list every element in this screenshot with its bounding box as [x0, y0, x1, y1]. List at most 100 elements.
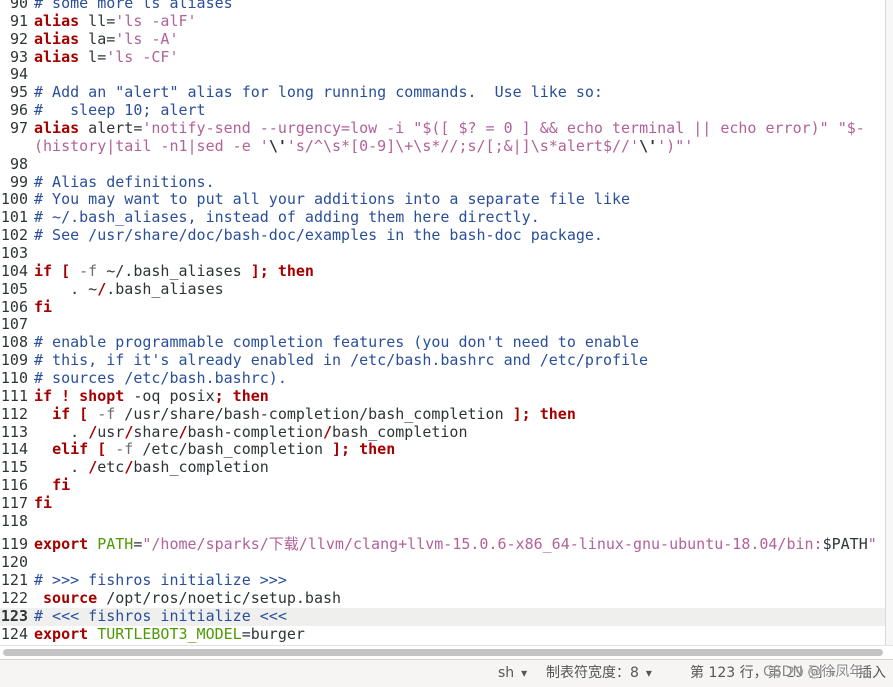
- line-number: 102: [0, 227, 28, 245]
- code-line[interactable]: 97 alias alert='notify-send --urgency=low…: [0, 120, 885, 138]
- cursor-position-button[interactable]: 第 123 行，第 29 列: [690, 660, 835, 687]
- code-line[interactable]: 96 # sleep 10; alert: [0, 102, 885, 120]
- code-token: l=: [79, 48, 107, 66]
- code-token: # this, if it's already enabled in /etc/…: [34, 352, 649, 370]
- line-text: (history|tail -n1|sed -e '\''s/^\s*[0-9]…: [34, 138, 693, 155]
- line-text: alias alert='notify-send --urgency=low -…: [34, 120, 865, 137]
- horizontal-scrollbar[interactable]: [0, 645, 893, 659]
- code-line[interactable]: 118: [0, 513, 885, 531]
- code-line[interactable]: 111 if ! shopt -oq posix; then: [0, 388, 885, 406]
- code-line[interactable]: 107: [0, 316, 885, 334]
- code-token: la=: [79, 30, 116, 48]
- code-token: ": [867, 534, 877, 553]
- insert-mode-label: 插入: [858, 665, 886, 681]
- line-text: # ~/.bash_aliases, instead of adding the…: [34, 209, 540, 226]
- code-line[interactable]: 104 if [ -f ~/.bash_aliases ]; then: [0, 263, 885, 281]
- code-token: -f: [97, 405, 116, 423]
- code-line[interactable]: 91 alias ll='ls -alF': [0, 13, 885, 31]
- code-line[interactable]: 123 # <<< fishros initialize <<<: [0, 607, 885, 626]
- code-line[interactable]: 120: [0, 554, 885, 572]
- code-token: TURTLEBOT3_MODEL: [97, 625, 242, 643]
- tab-width-label: 制表符宽度：8: [546, 665, 639, 681]
- line-number: 92: [9, 30, 28, 48]
- line-number: 123: [0, 607, 28, 625]
- line-text: # Add an "alert" alias for long running …: [34, 84, 603, 101]
- code-line[interactable]: 103: [0, 245, 885, 263]
- line-text: if [ -f ~/.bash_aliases ]; then: [34, 263, 314, 280]
- code-line[interactable]: 98: [0, 156, 885, 174]
- horizontal-scrollbar-slider[interactable]: [3, 649, 883, 656]
- line-number: 115: [0, 459, 28, 477]
- code-line[interactable]: 109 # this, if it's already enabled in /e…: [0, 352, 885, 370]
- code-token: 'ls -CF': [106, 48, 179, 66]
- code-token: -f: [79, 262, 98, 280]
- code-line[interactable]: 92 alias la='ls -A': [0, 31, 885, 49]
- code-line[interactable]: 94: [0, 66, 885, 84]
- code-line[interactable]: 122 source /opt/ros/noetic/setup.bash: [0, 590, 885, 608]
- code-line[interactable]: 93 alias l='ls -CF': [0, 49, 885, 67]
- code-token: fi: [52, 477, 71, 495]
- code-token: ~/.bash_aliases: [97, 262, 251, 280]
- code-line[interactable]: 115 . /etc/bash_completion: [0, 459, 885, 477]
- line-number: 110: [0, 370, 28, 388]
- line-text: alias l='ls -CF': [34, 49, 179, 66]
- code-token: share: [133, 423, 179, 441]
- code-token: /: [88, 423, 98, 441]
- code-token: if ! shopt: [34, 387, 125, 405]
- code-line[interactable]: 119 export PATH="/home/sparks/下载/llvm/cla…: [0, 531, 885, 555]
- code-line[interactable]: 112 if [ -f /usr/share/bash-completion/b…: [0, 406, 885, 424]
- code-token: .: [34, 423, 89, 441]
- code-line-wrap[interactable]: (history|tail -n1|sed -e '\''s/^\s*[0-9]…: [0, 138, 885, 156]
- code-line[interactable]: 99 # Alias definitions.: [0, 174, 885, 192]
- code-line[interactable]: 121 # >>> fishros initialize >>>: [0, 572, 885, 590]
- tab-width-selector[interactable]: 制表符宽度：8: [546, 660, 652, 687]
- code-token: /etc/bash_completion: [133, 441, 333, 459]
- code-line[interactable]: 108 # enable programmable completion feat…: [0, 334, 885, 352]
- code-line[interactable]: 100 # You may want to put all your additi…: [0, 191, 885, 209]
- code-line[interactable]: 90 # some more ls aliases: [0, 0, 885, 13]
- code-token: # <<< fishros initialize <<<: [34, 607, 287, 625]
- code-line[interactable]: 101 # ~/.bash_aliases, instead of adding …: [0, 209, 885, 227]
- text-editor-view[interactable]: 90 # some more ls aliases 91 alias ll='ls -…: [0, 0, 885, 645]
- line-number: 105: [0, 280, 28, 298]
- line-text: if [ -f /usr/share/bash-completion/bash_…: [34, 406, 576, 423]
- code-line[interactable]: 124 export TURTLEBOT3_MODEL=burger: [0, 626, 885, 644]
- code-token: /: [124, 459, 134, 477]
- vertical-scrollbar[interactable]: [885, 0, 893, 645]
- code-token: # See /usr/share/doc/bash-doc/examples i…: [34, 227, 603, 245]
- chevron-down-icon: [521, 660, 527, 687]
- code-token: "/home/sparks/下载/llvm/clang+llvm-15.0.6-…: [142, 534, 823, 553]
- line-text: source /opt/ros/noetic/setup.bash: [34, 590, 341, 607]
- code-line[interactable]: 102 # See /usr/share/doc/bash-doc/example…: [0, 227, 885, 245]
- line-text: # Alias definitions.: [34, 174, 215, 191]
- code-token: ]; then: [512, 405, 576, 423]
- line-number: 100: [0, 191, 28, 209]
- code-token: ]; then: [332, 441, 396, 459]
- line-text: # some more ls aliases: [34, 0, 233, 12]
- code-line[interactable]: 106 fi: [0, 299, 885, 317]
- language-selector[interactable]: sh: [498, 660, 527, 687]
- code-token: elif [: [52, 441, 107, 459]
- code-token: fi: [34, 495, 53, 513]
- line-number: 95: [9, 84, 28, 102]
- code-line[interactable]: 113 . /usr/share/bash-completion/bash_co…: [0, 424, 885, 442]
- line-number: 113: [0, 423, 28, 441]
- code-token: .: [34, 459, 89, 477]
- code-view[interactable]: 90 # some more ls aliases 91 alias ll='ls -…: [0, 0, 885, 644]
- code-token: $PATH: [822, 534, 868, 553]
- code-token: export: [34, 534, 89, 553]
- code-line[interactable]: 117 fi: [0, 495, 885, 513]
- code-token: alias: [34, 120, 80, 138]
- code-line[interactable]: 114 elif [ -f /etc/bash_completion ]; th…: [0, 441, 885, 459]
- line-number: 122: [0, 590, 28, 607]
- code-line[interactable]: 116 fi: [0, 477, 885, 495]
- code-line[interactable]: 105 . ~/.bash_aliases: [0, 281, 885, 299]
- code-line[interactable]: 95 # Add an "alert" alias for long runnin…: [0, 84, 885, 102]
- line-text: # See /usr/share/doc/bash-doc/examples i…: [34, 227, 603, 244]
- code-token: fi: [34, 298, 53, 316]
- code-line[interactable]: 110 # sources /etc/bash.bashrc).: [0, 370, 885, 388]
- line-number: 108: [0, 334, 28, 352]
